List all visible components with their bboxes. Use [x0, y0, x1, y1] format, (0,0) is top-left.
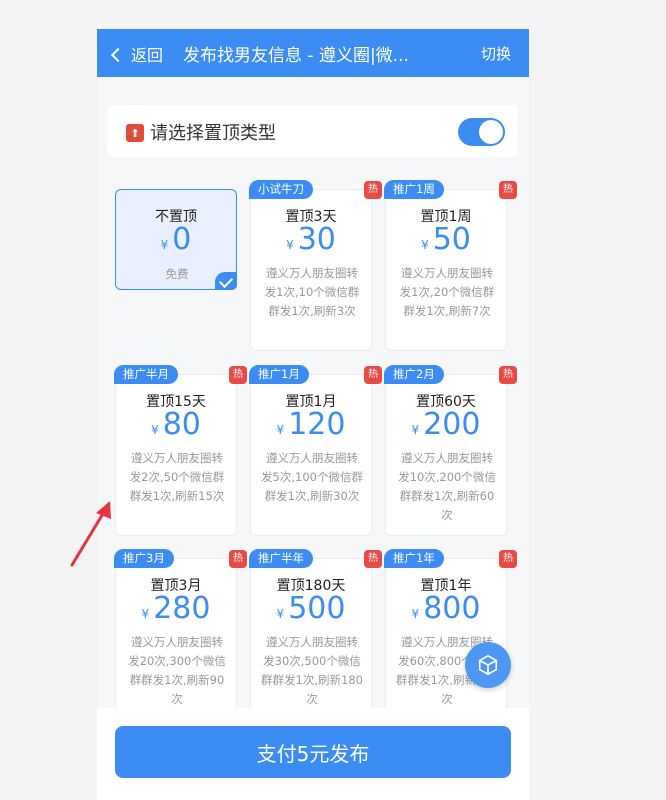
plan-tag: 推广半月: [114, 365, 178, 384]
hot-badge: 热: [499, 366, 517, 384]
switch-button[interactable]: 切换: [481, 43, 511, 64]
floating-cube-button[interactable]: [465, 642, 511, 688]
plan-tag: 推广1年: [384, 549, 444, 568]
phone-frame: 返回 发布找男友信息 - 遵义圈|微... 切换 ⬆ 请选择置顶类型 不置顶 ¥…: [97, 29, 529, 800]
hot-badge: 热: [499, 550, 517, 568]
plan-desc: 遵义万人朋友圈转发2次,50个微信群群发1次,刷新15次: [129, 451, 225, 503]
plan-price: ¥120: [251, 407, 371, 442]
plan-desc: 遵义万人朋友圈转发10次,200个微信群群发1次,刷新60次: [398, 451, 496, 522]
hot-badge: 热: [499, 181, 517, 199]
page-title: 发布找男友信息 - 遵义圈|微...: [183, 46, 409, 66]
currency-symbol: ¥: [286, 238, 294, 252]
plan-tag: 推广3月: [114, 549, 174, 568]
hot-badge: 热: [364, 181, 382, 199]
footer-bar: 支付5元发布: [97, 708, 529, 800]
plan-desc: 遵义万人朋友圈转发5次,100个微信群群发1次,刷新30次: [261, 451, 363, 503]
hot-badge: 热: [229, 550, 247, 568]
plan-desc: 遵义万人朋友圈转发1次,20个微信群群发1次,刷新7次: [399, 266, 495, 318]
plan-tag: 推广2月: [384, 365, 444, 384]
currency-symbol: ¥: [160, 238, 169, 252]
price-amount: 0: [172, 222, 192, 257]
back-label: 返回: [131, 46, 164, 65]
plan-card[interactable]: 推广1年 热 置顶1年 ¥800 遵义万人朋友圈转发60次,800个微信群群发1…: [384, 549, 517, 720]
currency-symbol: ¥: [276, 423, 285, 437]
currency-symbol: ¥: [411, 423, 420, 437]
plan-desc: 遵义万人朋友圈转发30次,500个微信群群发1次,刷新180次: [261, 635, 363, 706]
plan-card[interactable]: 不置顶 ¥0 免费: [115, 189, 237, 290]
currency-symbol: ¥: [411, 607, 420, 621]
plan-price: ¥80: [116, 407, 236, 442]
plan-desc: 免费: [165, 267, 189, 281]
currency-symbol: ¥: [421, 238, 429, 252]
plan-card[interactable]: 推广1周 热 置顶1周 ¥50 遵义万人朋友圈转发1次,20个微信群群发1次,刷…: [384, 180, 517, 351]
plan-tag: 推广1周: [384, 180, 444, 199]
price-amount: 200: [423, 407, 481, 442]
plan-price: ¥280: [116, 591, 236, 626]
back-button[interactable]: 返回: [110, 42, 164, 66]
pin-toggle[interactable]: [458, 118, 505, 146]
hot-badge: 热: [364, 366, 382, 384]
plan-tag: 推广半年: [249, 549, 313, 568]
plan-tag: 小试牛刀: [249, 180, 313, 199]
price-amount: 120: [288, 407, 346, 442]
chevron-left-icon: [110, 47, 126, 62]
header-bar: 返回 发布找男友信息 - 遵义圈|微... 切换: [97, 29, 529, 77]
plan-desc: 遵义万人朋友圈转发20次,300个微信群群发1次,刷新90次: [128, 635, 226, 706]
plan-card[interactable]: 推广半月 热 置顶15天 ¥80 遵义万人朋友圈转发2次,50个微信群群发1次,…: [114, 365, 247, 536]
plan-card[interactable]: 推广半年 热 置顶180天 ¥500 遵义万人朋友圈转发30次,500个微信群群…: [249, 549, 382, 720]
pin-type-label: 请选择置顶类型: [150, 123, 276, 144]
price-amount: 50: [432, 222, 471, 257]
plan-price: ¥800: [386, 591, 506, 626]
hot-badge: 热: [364, 550, 382, 568]
plan-card[interactable]: 推广2月 热 置顶60天 ¥200 遵义万人朋友圈转发10次,200个微信群群发…: [384, 365, 517, 536]
plan-price: ¥500: [251, 591, 371, 626]
plan-desc: 遵义万人朋友圈转发1次,10个微信群群发1次,刷新3次: [264, 266, 360, 318]
cube-icon: [478, 655, 498, 675]
upload-arrow-icon: ⬆: [126, 124, 144, 142]
plan-card[interactable]: 推广1月 热 置顶1月 ¥120 遵义万人朋友圈转发5次,100个微信群群发1次…: [249, 365, 382, 536]
price-amount: 800: [423, 591, 481, 626]
currency-symbol: ¥: [141, 607, 150, 621]
pin-type-row: ⬆ 请选择置顶类型: [108, 105, 518, 157]
price-amount: 30: [297, 222, 336, 257]
price-amount: 80: [162, 407, 201, 442]
plan-price: ¥30: [251, 222, 371, 257]
hot-badge: 热: [229, 366, 247, 384]
plan-tag: 推广1月: [249, 365, 309, 384]
plan-card[interactable]: 推广3月 热 置顶3月 ¥280 遵义万人朋友圈转发20次,300个微信群群发1…: [114, 549, 247, 720]
plan-price: ¥200: [386, 407, 506, 442]
plan-price: ¥50: [386, 222, 506, 257]
pay-publish-button[interactable]: 支付5元发布: [115, 726, 511, 778]
plan-card[interactable]: 小试牛刀 热 置顶3天 ¥30 遵义万人朋友圈转发1次,10个微信群群发1次,刷…: [249, 180, 382, 351]
currency-symbol: ¥: [276, 607, 285, 621]
toggle-knob: [479, 120, 503, 144]
price-amount: 280: [153, 591, 211, 626]
check-icon: [215, 272, 237, 290]
currency-symbol: ¥: [151, 423, 159, 437]
plan-price: ¥0: [116, 222, 236, 257]
price-amount: 500: [288, 591, 346, 626]
